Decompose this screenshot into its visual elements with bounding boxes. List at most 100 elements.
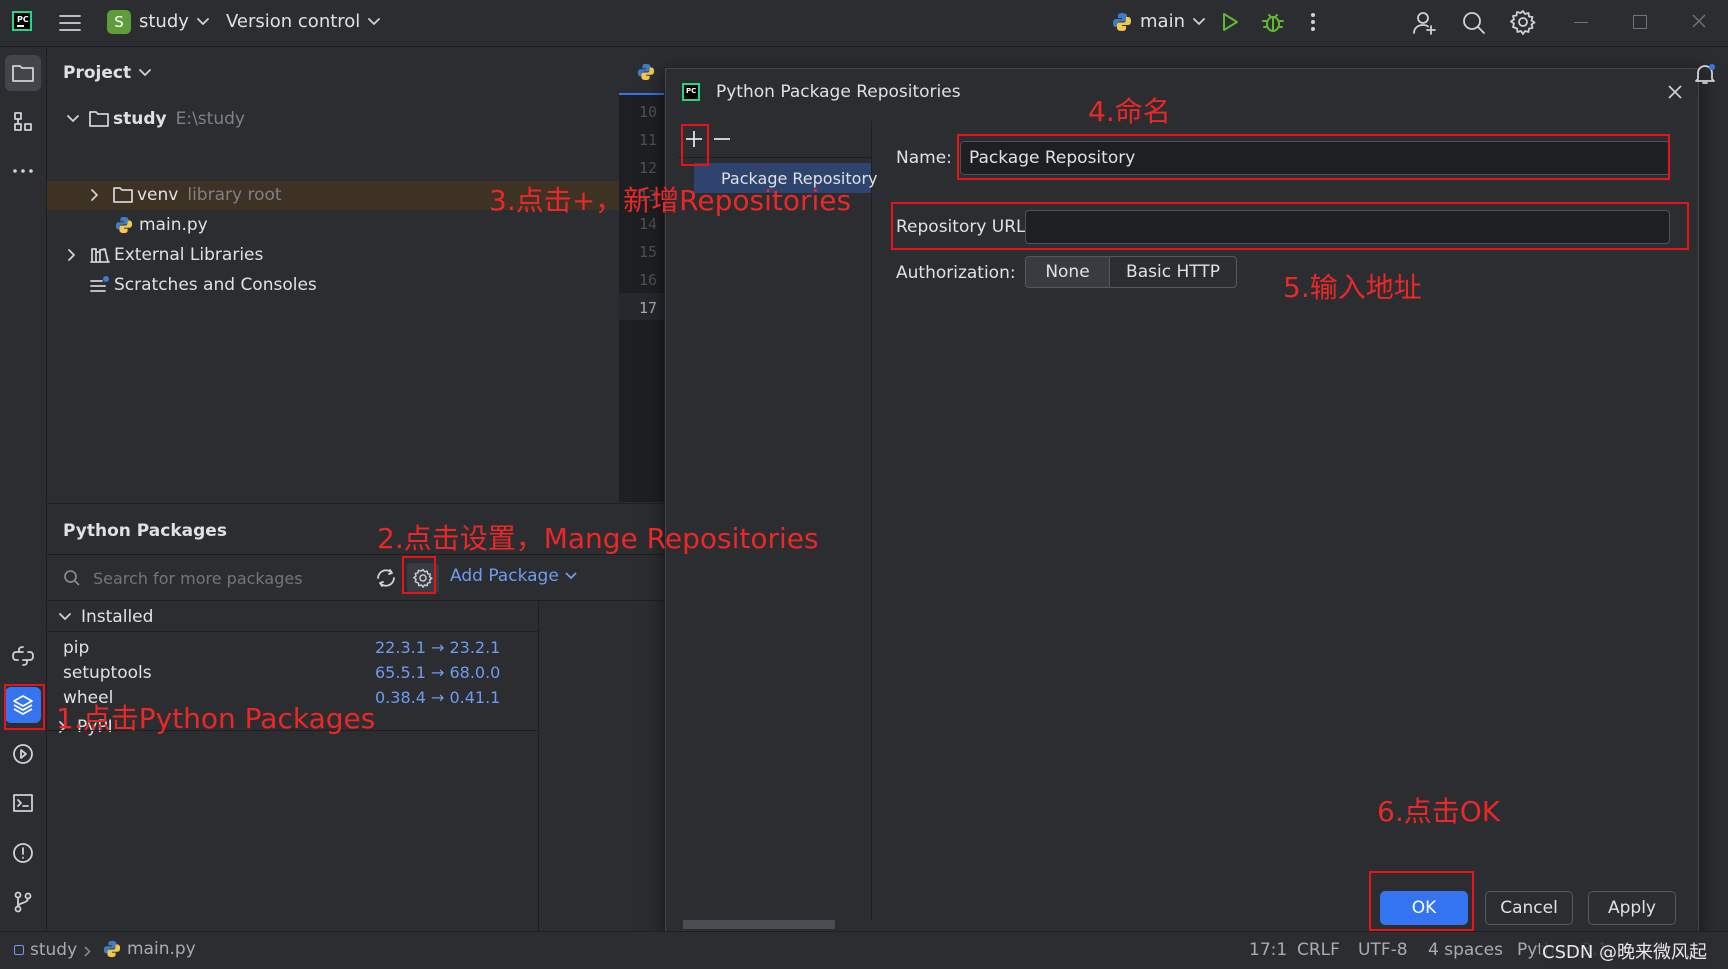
annotation-box-name (957, 134, 1670, 180)
git-tool-button[interactable] (5, 884, 41, 920)
annotation-box-ok (1369, 871, 1474, 931)
project-panel-title: Project (63, 63, 132, 83)
dialog-title: Python Package Repositories (716, 82, 961, 102)
list-scrollbar[interactable] (683, 920, 835, 929)
version-control-menu[interactable]: Version control (226, 11, 381, 32)
add-user-icon[interactable] (1412, 10, 1438, 36)
more-actions-icon[interactable] (1310, 12, 1316, 32)
folder-icon (113, 187, 133, 203)
warning-circle-icon (13, 843, 33, 863)
line-number: 11 (638, 131, 657, 149)
apply-button[interactable]: Apply (1588, 891, 1676, 925)
package-version-link[interactable]: 0.38.4 → 0.41.1 (375, 688, 500, 712)
minus-icon (714, 138, 730, 140)
tree-row-venv[interactable]: venv library root (91, 181, 282, 209)
pycharm-logo: PC (12, 11, 32, 31)
package-name[interactable]: setuptools (63, 663, 152, 687)
minimize-window-icon[interactable] (1574, 22, 1588, 23)
git-branch-icon (14, 891, 32, 913)
line-number: 17 (638, 299, 657, 317)
status-caret-position[interactable]: 17:1 (1249, 940, 1287, 960)
annotation-step-3: 3.点击+，新增Repositories (489, 184, 852, 217)
package-version-link[interactable]: 22.3.1 → 23.2.1 (375, 638, 500, 662)
root-folder-path: E:\study (175, 109, 245, 129)
scratches-icon (90, 276, 109, 292)
tree-row-main-py[interactable]: main.py (115, 211, 208, 239)
run-config-name: main (1140, 11, 1185, 32)
scratches-label: Scratches and Consoles (114, 275, 317, 295)
name-label: Name: (896, 148, 952, 168)
authorization-label: Authorization: (896, 263, 1016, 283)
venv-folder-hint: library root (187, 185, 282, 205)
editor-tab[interactable] (619, 47, 664, 95)
search-icon (64, 570, 80, 586)
search-icon[interactable] (1461, 10, 1487, 36)
auth-none-option[interactable]: None (1026, 257, 1110, 287)
close-window-icon[interactable] (1692, 14, 1706, 28)
line-number: 16 (638, 271, 657, 289)
line-number: 10 (638, 103, 657, 121)
run-button[interactable] (1219, 11, 1241, 33)
structure-tool-button[interactable] (5, 104, 41, 140)
cancel-button[interactable]: Cancel (1485, 891, 1573, 925)
python-icon (1113, 12, 1131, 31)
csdn-watermark: CSDN @晚来微风起 (1540, 938, 1710, 964)
tree-row-root[interactable]: study E:\study (67, 105, 245, 133)
settings-gear-icon[interactable] (1510, 9, 1536, 35)
chevron-down-icon (565, 572, 577, 580)
panel-separator (47, 631, 538, 632)
status-file-breadcrumb[interactable]: main.py (103, 939, 196, 959)
annotation-box-url (891, 202, 1689, 250)
python-file-icon (637, 63, 655, 81)
status-bar: study main.py 17:1 CRLF UTF-8 4 spaces P… (0, 931, 1728, 969)
maximize-window-icon[interactable] (1633, 15, 1647, 29)
debug-button[interactable] (1261, 10, 1285, 34)
project-tool-button[interactable] (5, 55, 41, 91)
project-panel-header[interactable]: Project (63, 63, 151, 83)
package-version-link[interactable]: 65.5.1 → 68.0.0 (375, 663, 500, 687)
python-console-button[interactable] (5, 638, 41, 674)
chevron-down-icon (368, 17, 381, 25)
python-console-icon (12, 646, 34, 666)
auth-basic-http-option[interactable]: Basic HTTP (1110, 257, 1236, 287)
annotation-box-settings (402, 556, 436, 594)
search-packages-input[interactable] (91, 567, 355, 589)
main-menu-icon[interactable] (58, 12, 82, 34)
problems-tool-button[interactable] (5, 835, 41, 871)
chevron-down-icon (59, 613, 71, 620)
terminal-tool-button[interactable] (5, 785, 41, 821)
external-libraries-label: External Libraries (114, 245, 264, 265)
structure-icon (14, 112, 32, 131)
run-circle-icon (13, 744, 33, 764)
remove-repository-button[interactable] (710, 127, 734, 151)
refresh-button[interactable] (375, 568, 397, 588)
annotation-step-2: 2.点击设置，Mange Repositories (377, 522, 819, 555)
add-package-menu[interactable]: Add Package (450, 566, 577, 586)
tree-row-scratches[interactable]: Scratches and Consoles (90, 271, 317, 299)
line-number: 15 (638, 243, 657, 261)
run-config-selector[interactable]: main (1112, 11, 1205, 32)
chevron-down-icon (139, 69, 151, 76)
status-encoding[interactable]: UTF-8 (1358, 940, 1408, 960)
add-package-label: Add Package (450, 566, 559, 586)
search-packages-field[interactable] (63, 561, 363, 595)
project-selector[interactable]: study (139, 11, 209, 32)
root-folder-name: study (113, 109, 167, 129)
installed-group-header[interactable]: Installed (59, 604, 153, 630)
status-project-breadcrumb[interactable]: study (14, 940, 77, 960)
pycharm-logo: PC (682, 83, 700, 101)
notifications-bell-icon[interactable] (1693, 62, 1717, 86)
python-file-icon (115, 216, 133, 234)
library-icon (90, 248, 110, 263)
tree-row-external-libraries[interactable]: External Libraries (68, 241, 263, 269)
more-tools-icon[interactable] (5, 153, 41, 189)
status-indent[interactable]: 4 spaces (1428, 940, 1503, 960)
status-line-ending[interactable]: CRLF (1297, 940, 1340, 960)
breadcrumb-chevron-icon (84, 946, 91, 957)
dialog-close-button[interactable] (1668, 85, 1682, 99)
project-badge: S (107, 10, 131, 34)
package-name[interactable]: pip (63, 638, 89, 662)
services-tool-button[interactable] (5, 736, 41, 772)
packages-list-divider (538, 601, 539, 932)
authorization-segmented-control: None Basic HTTP (1025, 256, 1237, 288)
